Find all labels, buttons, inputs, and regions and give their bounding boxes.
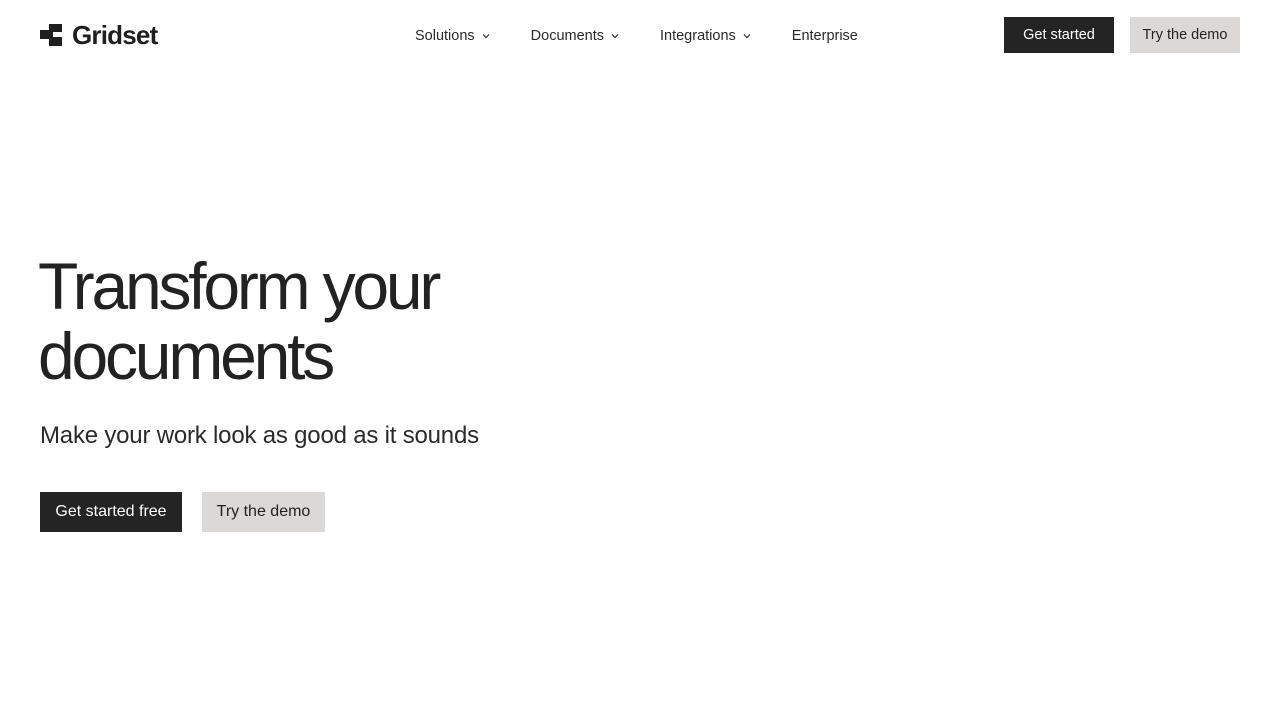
hero-subtitle: Make your work look as good as it sounds (40, 422, 479, 449)
nav-item-label: Enterprise (791, 28, 858, 44)
main-nav: Solutions Documents Integrations Enterpr… (415, 24, 858, 48)
chevron-down-icon (611, 34, 619, 39)
chevron-down-icon (743, 34, 751, 39)
logo-link[interactable]: Gridset (40, 20, 158, 50)
site-header: Gridset Solutions Documents Integrations… (0, 0, 1280, 70)
try-demo-button[interactable]: Try the demo (1130, 17, 1240, 53)
nav-item-label: Documents (530, 28, 604, 44)
nav-item-label: Integrations (660, 28, 736, 44)
get-started-button[interactable]: Get started (1004, 17, 1114, 53)
hero-title: Transform your documents (38, 251, 738, 391)
chevron-down-icon (482, 34, 490, 39)
gridset-logo-icon (40, 24, 62, 46)
nav-item-enterprise[interactable]: Enterprise (792, 28, 858, 44)
hero-title-line-1: Transform your (38, 249, 441, 323)
nav-item-label: Solutions (415, 28, 475, 44)
nav-item-integrations[interactable]: Integrations (660, 28, 751, 44)
hero-try-demo-button[interactable]: Try the demo (202, 492, 325, 532)
hero-title-line-2: documents (38, 319, 335, 393)
nav-item-solutions[interactable]: Solutions (415, 28, 490, 44)
logo-text: Gridset (72, 20, 158, 50)
nav-item-documents[interactable]: Documents (531, 28, 619, 44)
get-started-free-button[interactable]: Get started free (40, 492, 182, 532)
